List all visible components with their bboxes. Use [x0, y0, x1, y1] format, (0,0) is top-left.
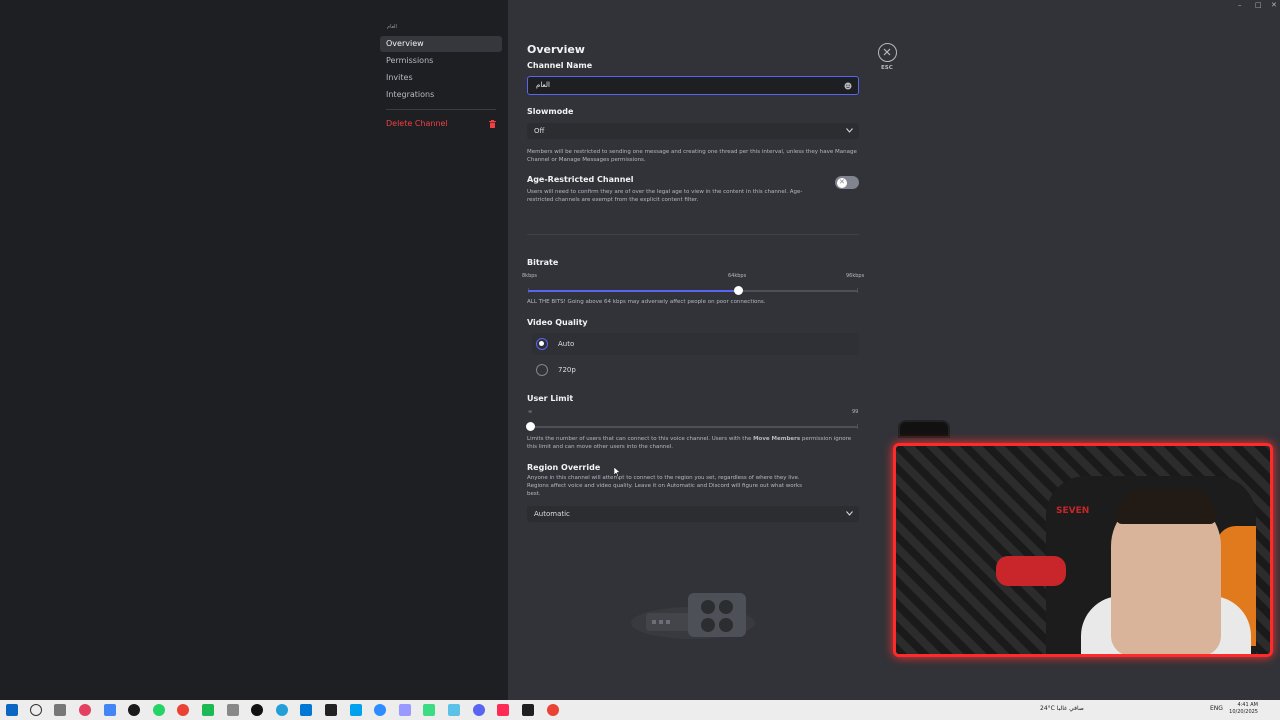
app-icon[interactable] [325, 704, 337, 716]
esc-label: ESC [881, 65, 893, 71]
windows-start-icon[interactable] [6, 704, 18, 716]
weather-widget[interactable]: 24°C صافي غالبا [1040, 705, 1084, 712]
close-settings-button[interactable] [878, 43, 897, 62]
slowmode-select[interactable]: Off [527, 123, 859, 139]
bitrate-tick-max: 96kbps [846, 273, 865, 279]
close-window-button[interactable]: ✕ [1271, 1, 1277, 9]
age-restricted-label: Age-Restricted Channel [527, 175, 634, 184]
app-icon[interactable] [497, 704, 509, 716]
section-divider [527, 234, 859, 235]
delete-channel-label: Delete Channel [386, 119, 448, 128]
sidebar-channel-header: العام [387, 24, 397, 30]
microphone [996, 556, 1066, 586]
toggle-knob: ✕ [837, 178, 847, 188]
voice-settings-illustration [631, 593, 755, 639]
premiere-icon[interactable] [399, 704, 411, 716]
page-title: Overview [527, 43, 585, 56]
sidebar-item-invites[interactable]: Invites [380, 70, 502, 86]
video-quality-label: Video Quality [527, 318, 588, 327]
user-limit-tick-min: ∞ [528, 409, 533, 415]
minimize-window-button[interactable]: – [1238, 1, 1242, 9]
sidebar-item-integrations[interactable]: Integrations [380, 87, 502, 103]
age-restricted-hint: Users will need to confirm they are of o… [527, 189, 803, 203]
video-quality-option-720p[interactable]: 720p [532, 359, 859, 381]
channel-name-value: العام [536, 81, 550, 89]
skype-icon[interactable] [350, 704, 362, 716]
app-icon[interactable] [251, 704, 263, 716]
age-restricted-toggle[interactable]: ✕ [835, 176, 859, 189]
channel-name-input[interactable]: العام [527, 76, 859, 95]
radio-selected-icon [536, 338, 548, 350]
close-icon [883, 48, 891, 56]
channel-name-label: Channel Name [527, 61, 593, 70]
clock-date: 10/20/2025 [1229, 709, 1258, 715]
delete-channel-button[interactable]: Delete Channel [380, 116, 502, 132]
user-limit-hint: Limits the number of users that can conn… [527, 435, 859, 451]
bitrate-slider-fill [528, 290, 738, 292]
app-icon[interactable] [128, 704, 140, 716]
app-icon[interactable] [448, 704, 460, 716]
app-icon[interactable] [300, 704, 312, 716]
video-quality-auto-label: Auto [558, 340, 575, 348]
chair-logo: SEVEN [1056, 506, 1090, 516]
video-quality-720p-label: 720p [558, 366, 576, 374]
slowmode-value: Off [534, 127, 545, 135]
move-members-permission: Move Members [753, 436, 801, 442]
app-icon[interactable] [104, 704, 116, 716]
region-select[interactable]: Automatic [527, 506, 859, 522]
app-icon[interactable] [202, 704, 214, 716]
chevron-down-icon [846, 128, 853, 133]
app-icon[interactable] [227, 704, 239, 716]
slowmode-label: Slowmode [527, 107, 574, 116]
streamer-hair [1116, 488, 1216, 524]
user-limit-tick-max: 99 [852, 409, 859, 415]
x-icon: ✕ [839, 178, 845, 186]
chevron-down-icon [846, 511, 853, 516]
sidebar-item-overview[interactable]: Overview [380, 36, 502, 52]
taskbar-clock[interactable]: 4:41 AM 10/20/2025 [1229, 702, 1258, 716]
chrome-icon[interactable] [177, 704, 189, 716]
task-view-icon[interactable] [54, 704, 66, 716]
bitrate-hint: ALL THE BITS! Going above 64 kbps may ad… [527, 299, 766, 305]
screen: – □ ✕ العام Overview Permissions Invites… [0, 0, 1280, 720]
user-limit-label: User Limit [527, 394, 574, 403]
region-override-hint: Anyone in this channel will attempt to c… [527, 475, 802, 497]
maximize-window-button[interactable]: □ [1255, 1, 1262, 9]
app-icon[interactable] [79, 704, 91, 716]
radio-unselected-icon [536, 364, 548, 376]
user-limit-slider-track[interactable] [528, 426, 858, 428]
region-override-label: Region Override [527, 463, 601, 472]
slowmode-hint: Members will be restricted to sending on… [527, 149, 857, 163]
whatsapp-icon[interactable] [153, 704, 165, 716]
settings-sidebar: العام Overview Permissions Invites Integ… [380, 24, 502, 133]
bitrate-slider-handle[interactable] [734, 286, 743, 295]
search-icon[interactable] [30, 704, 42, 716]
app-icon[interactable] [374, 704, 386, 716]
language-indicator[interactable]: ENG [1210, 705, 1223, 712]
user-limit-hint-text-1: Limits the number of users that can conn… [527, 436, 754, 442]
discord-icon[interactable] [473, 704, 485, 716]
region-value: Automatic [534, 510, 570, 518]
windows-taskbar: 24°C صافي غالبا ENG 4:41 AM 10/20/2025 [0, 700, 1280, 720]
mouse-cursor-icon [614, 467, 620, 477]
video-quality-option-auto[interactable]: Auto [532, 333, 859, 355]
app-icon[interactable] [423, 704, 435, 716]
user-limit-slider-handle[interactable] [526, 422, 535, 431]
webcam-headphone-overlay [898, 420, 950, 438]
emoji-icon[interactable] [844, 82, 852, 90]
app-icon[interactable] [522, 704, 534, 716]
sidebar-item-permissions[interactable]: Permissions [380, 53, 502, 69]
webcam-overlay: SEVEN [893, 443, 1273, 657]
bitrate-label: Bitrate [527, 258, 559, 267]
trash-icon [489, 120, 496, 128]
telegram-icon[interactable] [276, 704, 288, 716]
sidebar-divider [386, 109, 496, 110]
bitrate-tick-mid: 64kbps [728, 273, 747, 279]
bitrate-tick-min: 8kbps [522, 273, 538, 279]
clock-time: 4:41 AM [1237, 702, 1258, 708]
chrome-icon[interactable] [547, 704, 559, 716]
